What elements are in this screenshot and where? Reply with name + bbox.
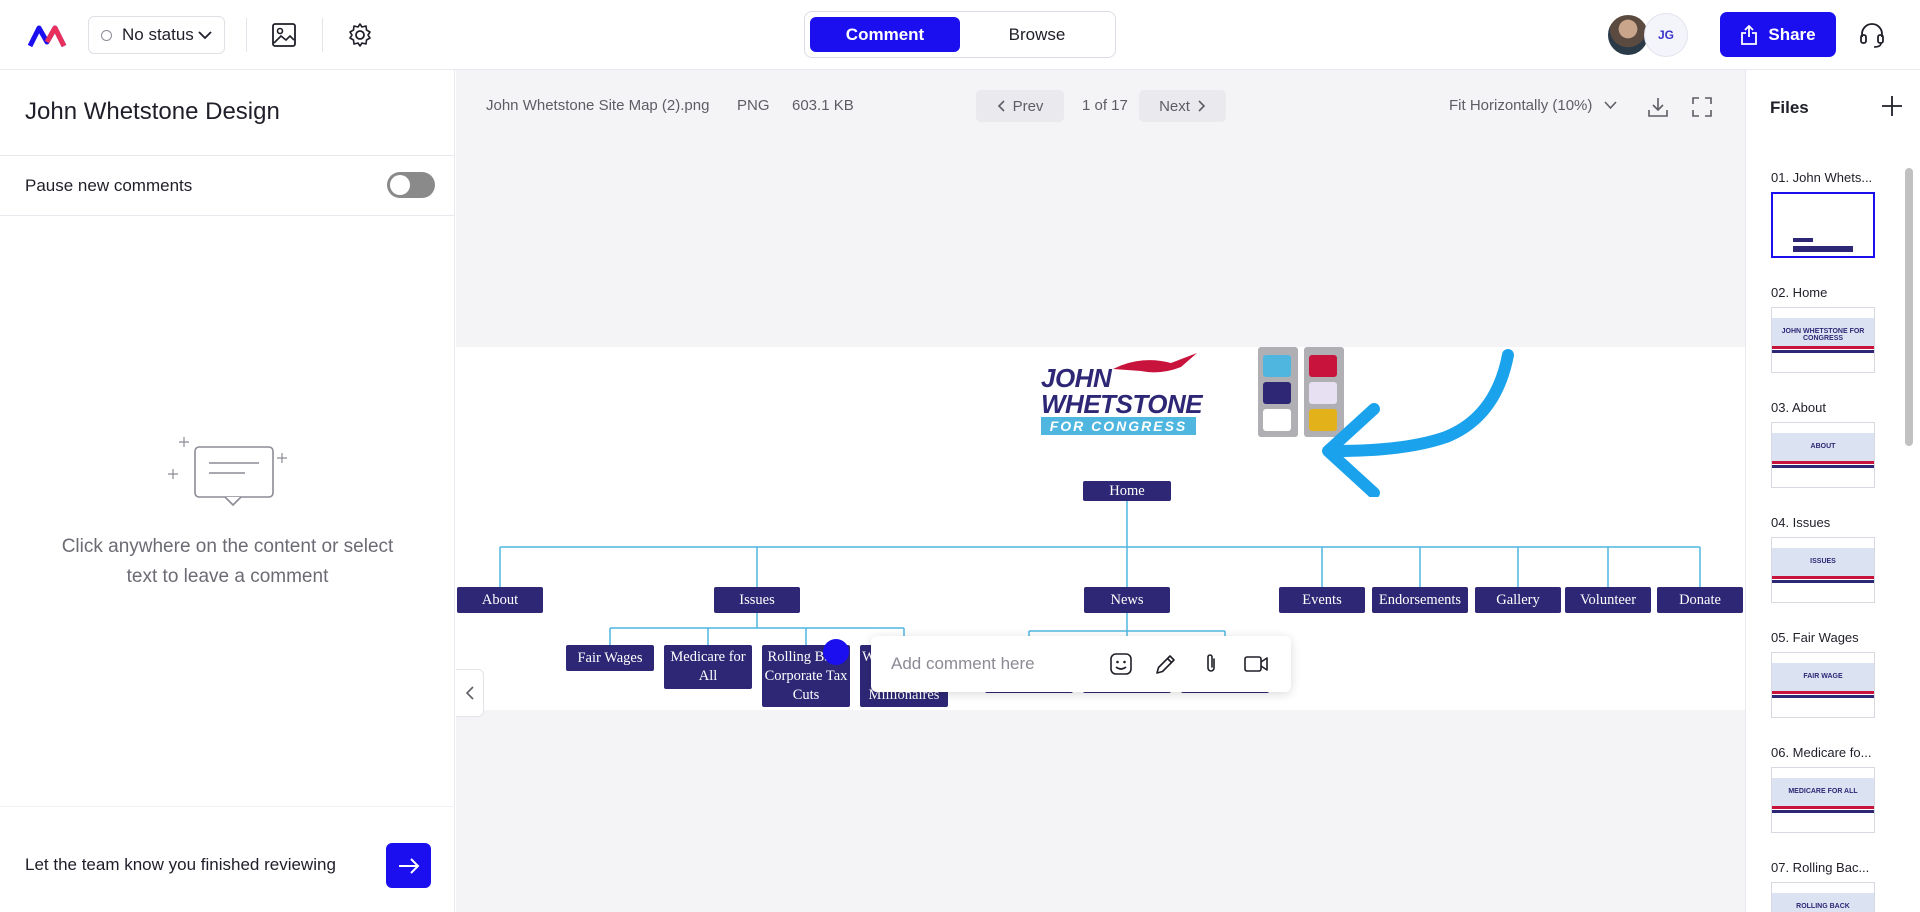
chevron-down-icon [198,31,212,40]
files-title: Files [1770,98,1809,117]
file-item-label[interactable]: 02. Home [1771,285,1827,300]
next-label: Next [1159,97,1190,115]
arrow-annotation-icon [1322,349,1514,497]
file-item-label[interactable]: 04. Issues [1771,515,1830,530]
viewer-toolbar: John Whetstone Site Map (2).png PNG 603.… [456,70,1745,145]
file-item-label[interactable]: 06. Medicare fo... [1771,745,1871,760]
sitemap-node-endorsements: Endorsements [1372,587,1468,613]
pencil-icon[interactable] [1151,649,1181,679]
download-icon[interactable] [1645,94,1671,120]
status-circle-icon [101,29,112,41]
emoji-icon[interactable] [1106,649,1136,679]
empty-state-text: Click anywhere on the content or select … [61,536,394,587]
divider [0,155,455,156]
zoom-label: Fit Horizontally (10%) [1449,97,1593,114]
zoom-dropdown[interactable]: Fit Horizontally (10%) [1449,97,1617,114]
thumbnail-title: JOHN WHETSTONE FOR CONGRESS [1781,328,1865,342]
tab-browse[interactable]: Browse [962,17,1112,52]
file-thumbnail[interactable]: JOHN WHETSTONE FOR CONGRESS [1771,307,1875,373]
video-record-icon[interactable] [1241,649,1271,679]
arrow-right-icon [398,857,419,874]
file-thumbnail[interactable]: ROLLING BACK [1771,882,1875,912]
comments-panel: John Whetstone Design Pause new comments… [0,70,455,912]
finish-review-text: Let the team know you finished reviewing [25,855,336,874]
sitemap-node-issues: Issues [714,587,800,613]
file-size: 603.1 KB [792,97,854,114]
sitemap-node-issue-child: Medicare for All [664,645,752,689]
sitemap-node-donate: Donate [1657,587,1743,613]
gear-icon[interactable] [344,20,376,50]
divider [0,215,455,216]
scrollbar-thumb[interactable] [1905,168,1913,446]
top-bar: No status Comment Browse JG Share [0,0,1920,70]
file-item-label[interactable]: 03. About [1771,400,1826,415]
share-button[interactable]: Share [1720,12,1836,57]
avatar-initials[interactable]: JG [1644,13,1688,57]
comment-empty-illustration-icon [168,437,287,507]
sitemap-node-volunteer: Volunteer [1565,587,1651,613]
file-item-label[interactable]: 01. John Whets... [1771,170,1872,185]
page-indicator: 1 of 17 [1082,97,1128,114]
divider [246,18,247,52]
file-thumbnail[interactable]: MEDICARE FOR ALL [1771,767,1875,833]
toggle-knob [390,175,410,195]
share-icon [1741,24,1758,45]
file-thumbnail[interactable]: ISSUES [1771,537,1875,603]
next-button[interactable]: Next [1139,90,1226,122]
attachment-icon[interactable] [1196,649,1226,679]
project-title: John Whetstone Design [25,98,280,125]
sitemap-node-issue-child: Fair Wages [566,645,654,671]
comment-composer[interactable]: Add comment here [871,636,1291,692]
prev-label: Prev [1012,97,1044,115]
thumbnail-title: ISSUES [1810,558,1836,565]
file-item-label[interactable]: 05. Fair Wages [1771,630,1859,645]
tab-comment[interactable]: Comment [810,17,960,52]
status-label: No status [122,25,194,44]
divider [322,18,323,52]
mode-switch: Comment Browse [804,11,1116,58]
fullscreen-icon[interactable] [1689,94,1715,120]
headset-icon[interactable] [1855,19,1889,51]
pause-comments-label: Pause new comments [25,176,193,195]
file-item-label[interactable]: 07. Rolling Bac... [1771,860,1869,875]
sitemap-node-events: Events [1279,587,1365,613]
chevron-right-icon [1198,100,1206,112]
file-thumbnail[interactable] [1771,192,1875,258]
pause-comments-toggle[interactable] [387,172,435,198]
prev-button[interactable]: Prev [976,90,1064,122]
files-panel: Files 01. John Whets... 02. Home JOHN WHET… [1745,70,1920,912]
sitemap-node-about: About [457,587,543,613]
comment-pin[interactable] [823,639,849,665]
add-file-button[interactable] [1880,94,1904,123]
status-dropdown[interactable]: No status [88,16,225,54]
divider [0,806,455,807]
chevron-left-icon [997,100,1005,112]
thumbnail-title: ABOUT [1810,443,1836,450]
canvas-area[interactable]: JOHN WHETSTONE FOR CONGRESS Home About Iss… [456,145,1745,912]
sitemap-node-news: News [1084,587,1170,613]
plus-icon [1882,96,1902,116]
chevron-down-icon [1604,101,1617,110]
file-thumbnail[interactable]: FAIR WAGE [1771,652,1875,718]
file-name: John Whetstone Site Map (2).png [486,97,710,114]
thumbnail-title: ROLLING BACK [1796,903,1850,910]
sitemap-node-home: Home [1083,481,1171,501]
share-label: Share [1768,24,1816,44]
comment-input[interactable]: Add comment here [891,654,1035,674]
sitemap-node-gallery: Gallery [1475,587,1561,613]
thumbnail-title: MEDICARE FOR ALL [1788,788,1858,795]
finish-review-button[interactable] [386,843,431,888]
thumbnail-title: FAIR WAGE [1803,673,1843,680]
app-logo-icon[interactable] [28,20,70,50]
image-icon[interactable] [268,20,300,50]
file-thumbnail[interactable]: ABOUT [1771,422,1875,488]
file-type: PNG [737,97,770,114]
sitemap-image[interactable]: JOHN WHETSTONE FOR CONGRESS Home About Iss… [456,347,1745,717]
